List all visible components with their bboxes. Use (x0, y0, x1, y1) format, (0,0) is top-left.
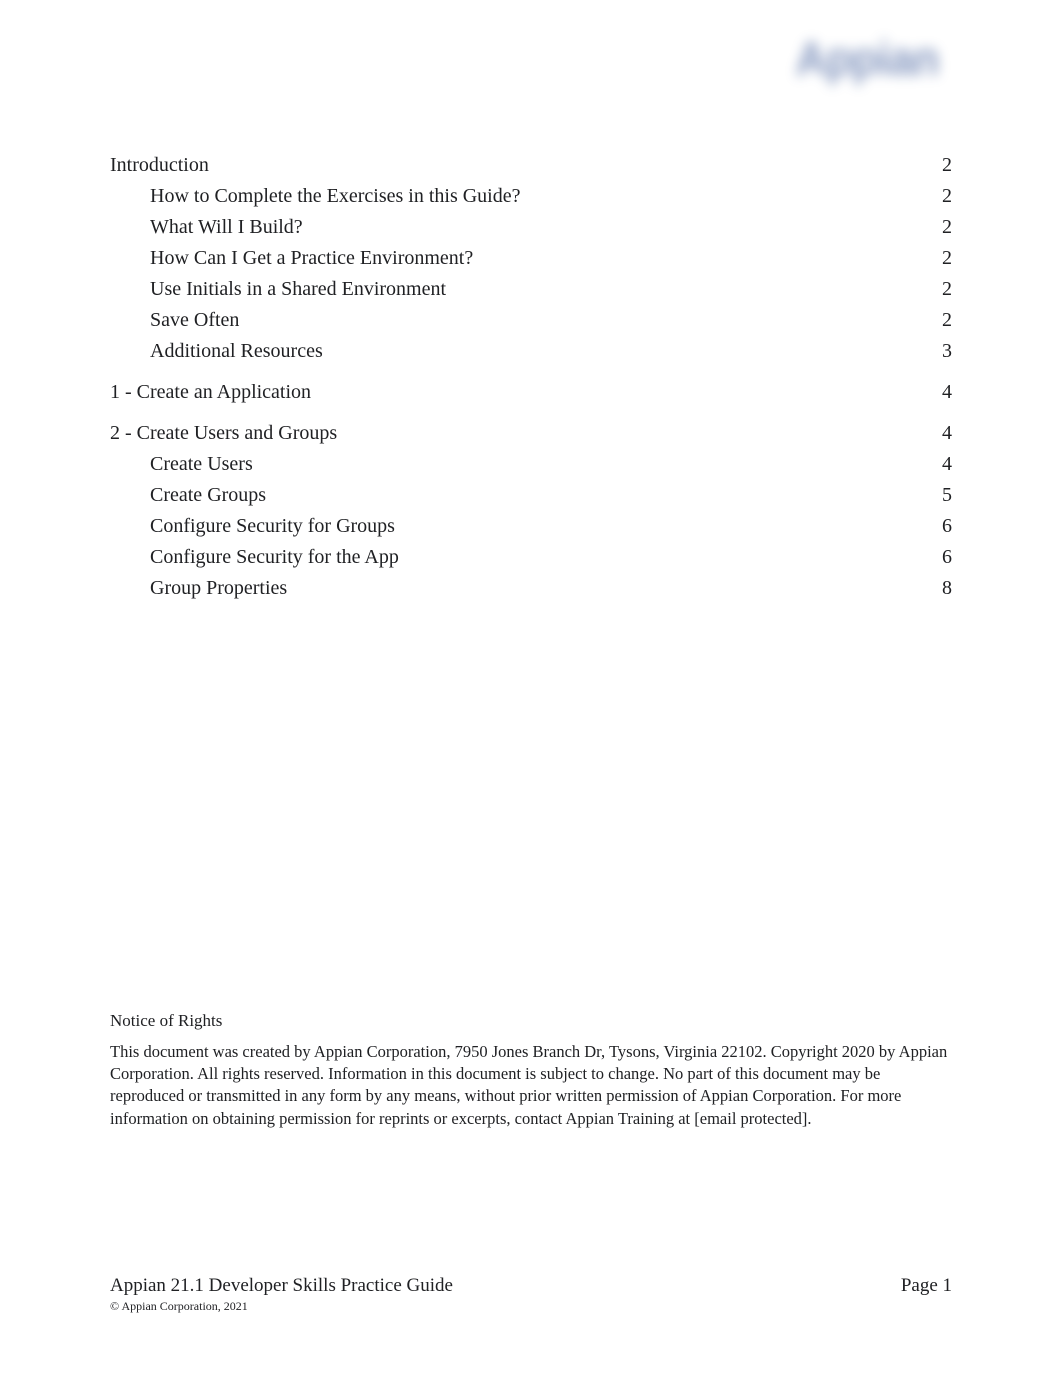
footer-page-number: Page 1 (901, 1275, 952, 1297)
toc-entry-create-users-groups[interactable]: 2 - Create Users and Groups 4 (110, 418, 952, 449)
table-of-contents: Introduction 2 How to Complete the Exerc… (110, 150, 952, 604)
toc-entry-page: 4 (922, 377, 952, 408)
toc-entry-title: Additional Resources (150, 336, 323, 367)
toc-entry[interactable]: Additional Resources 3 (110, 336, 952, 367)
brand-logo: Appian (782, 20, 952, 100)
notice-body: This document was created by Appian Corp… (110, 1041, 952, 1130)
toc-entry-page: 6 (922, 511, 952, 542)
document-page: Appian Introduction 2 How to Complete th… (0, 0, 1062, 1376)
toc-entry-create-application[interactable]: 1 - Create an Application 4 (110, 377, 952, 408)
toc-section: 2 - Create Users and Groups 4 Create Use… (110, 418, 952, 604)
brand-logo-text: Appian (795, 34, 938, 87)
toc-entry[interactable]: Save Often 2 (110, 305, 952, 336)
toc-entry-page: 4 (922, 449, 952, 480)
toc-entry-title: Configure Security for Groups (150, 511, 395, 542)
page-footer: Appian 21.1 Developer Skills Practice Gu… (110, 1275, 952, 1314)
toc-entry-page: 8 (922, 573, 952, 604)
toc-entry-page: 2 (922, 243, 952, 274)
toc-entry-title: Use Initials in a Shared Environment (150, 274, 446, 305)
toc-entry-page: 2 (922, 212, 952, 243)
toc-entry[interactable]: Configure Security for the App 6 (110, 542, 952, 573)
toc-entry-title: Create Groups (150, 480, 266, 511)
toc-entry-page: 6 (922, 542, 952, 573)
toc-entry-introduction[interactable]: Introduction 2 (110, 150, 952, 181)
toc-entry-title: What Will I Build? (150, 212, 303, 243)
toc-entry-page: 2 (922, 305, 952, 336)
toc-section: Introduction 2 How to Complete the Exerc… (110, 150, 952, 367)
toc-entry-title: Configure Security for the App (150, 542, 399, 573)
toc-entry-page: 2 (922, 181, 952, 212)
toc-entry[interactable]: Use Initials in a Shared Environment 2 (110, 274, 952, 305)
toc-entry-page: 4 (922, 418, 952, 449)
toc-entry[interactable]: Group Properties 8 (110, 573, 952, 604)
notice-heading: Notice of Rights (110, 1010, 952, 1033)
toc-entry-title: How Can I Get a Practice Environment? (150, 243, 473, 274)
footer-doc-title: Appian 21.1 Developer Skills Practice Gu… (110, 1275, 453, 1297)
toc-entry-title: Save Often (150, 305, 239, 336)
toc-entry-title: 1 - Create an Application (110, 377, 311, 408)
toc-entry-page: 5 (922, 480, 952, 511)
toc-entry-page: 2 (922, 274, 952, 305)
toc-entry-title: How to Complete the Exercises in this Gu… (150, 181, 520, 212)
toc-entry-title: 2 - Create Users and Groups (110, 418, 337, 449)
toc-entry-page: 3 (922, 336, 952, 367)
toc-entry-title: Group Properties (150, 573, 287, 604)
toc-entry[interactable]: Create Groups 5 (110, 480, 952, 511)
footer-copyright: © Appian Corporation, 2021 (110, 1299, 952, 1314)
toc-entry[interactable]: Configure Security for Groups 6 (110, 511, 952, 542)
toc-entry[interactable]: Create Users 4 (110, 449, 952, 480)
toc-section: 1 - Create an Application 4 (110, 377, 952, 408)
toc-entry[interactable]: What Will I Build? 2 (110, 212, 952, 243)
toc-entry-title: Create Users (150, 449, 253, 480)
toc-entry[interactable]: How Can I Get a Practice Environment? 2 (110, 243, 952, 274)
toc-entry-page: 2 (922, 150, 952, 181)
toc-entry-title: Introduction (110, 150, 209, 181)
notice-of-rights: Notice of Rights This document was creat… (110, 1010, 952, 1130)
toc-entry[interactable]: How to Complete the Exercises in this Gu… (110, 181, 952, 212)
